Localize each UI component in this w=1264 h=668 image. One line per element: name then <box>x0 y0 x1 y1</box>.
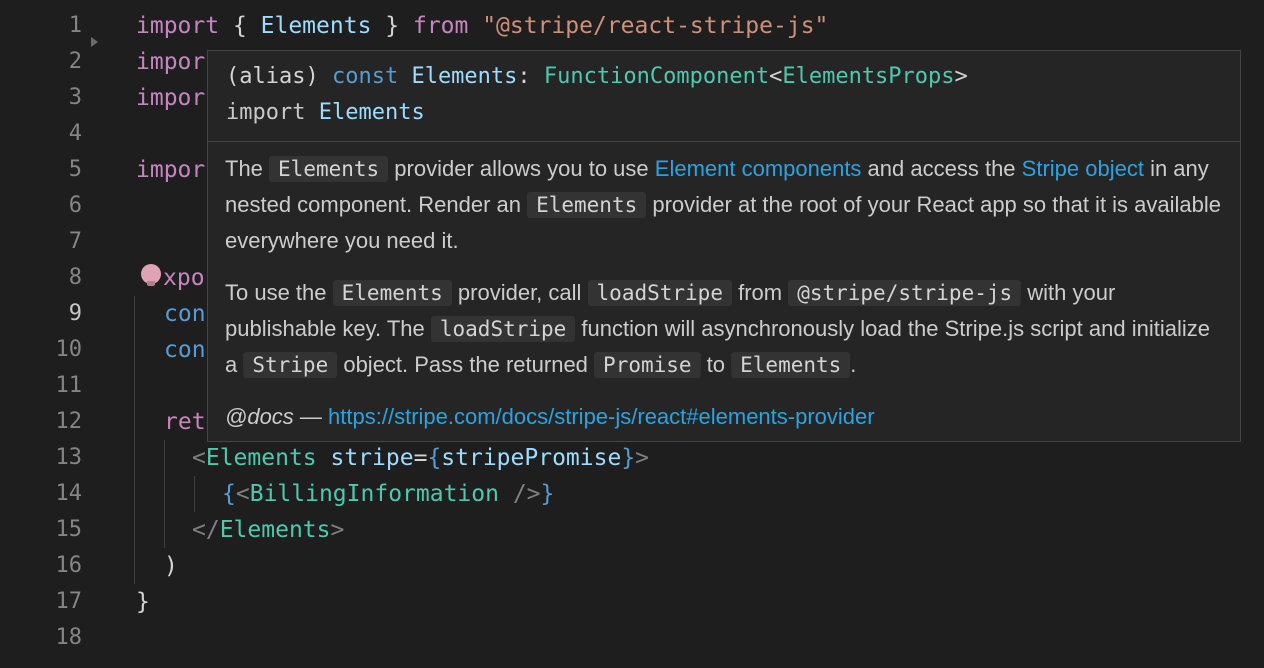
line-number: 18 <box>55 625 83 650</box>
signature-line: (alias) const Elements: FunctionComponen… <box>226 64 968 89</box>
line-number: 2 <box>68 49 82 74</box>
inline-code: Elements <box>527 192 647 218</box>
inline-code: Promise <box>594 352 701 378</box>
docs-tag: @docs <box>225 404 294 429</box>
hover-documentation: The Elements provider allows you to use … <box>225 151 1225 451</box>
code-text: import { Elements } from "@stripe/react-… <box>136 13 829 39</box>
inline-code: Stripe <box>243 352 338 378</box>
line-number: 11 <box>55 373 83 398</box>
line-number: 1 <box>68 13 82 38</box>
line-number: 4 <box>68 121 82 146</box>
inline-code: Elements <box>332 280 452 306</box>
hover-tooltip: (alias) const Elements: FunctionComponen… <box>207 50 1241 442</box>
inline-code: loadStripe <box>430 316 576 342</box>
code-text: ret <box>164 409 206 435</box>
doc-tag-line: @docs — https://stripe.com/docs/stripe-j… <box>225 404 875 429</box>
line-number: 15 <box>55 517 83 542</box>
code-text: impor <box>136 85 206 111</box>
code-line[interactable]: 15 </Elements> <box>0 512 1264 548</box>
inline-code: Elements <box>731 352 851 378</box>
line-number: 9 <box>68 301 82 326</box>
hover-signature: (alias) const Elements: FunctionComponen… <box>208 51 1240 142</box>
line-number: 6 <box>68 193 82 218</box>
inline-code: Elements <box>269 156 389 182</box>
code-text: impor <box>136 157 206 183</box>
code-line[interactable]: 14 {<BillingInformation />} <box>0 476 1264 512</box>
code-text: impor <box>136 49 206 75</box>
code-text: </Elements> <box>192 517 345 543</box>
line-number: 8 <box>68 265 82 290</box>
code-text: } <box>136 589 150 615</box>
code-text: con <box>164 301 206 327</box>
line-number: 12 <box>55 409 83 434</box>
stripe-object-link[interactable]: Stripe object <box>1022 156 1144 181</box>
doc-paragraph: The Elements provider allows you to use … <box>225 156 1222 253</box>
code-line[interactable]: 18 <box>0 620 1264 656</box>
line-number: 13 <box>55 445 83 470</box>
code-editor[interactable]: 1 import { Elements } from "@stripe/reac… <box>0 0 1264 668</box>
signature-line: import Elements <box>226 100 425 125</box>
inline-code: loadStripe <box>587 280 732 306</box>
doc-paragraph: To use the Elements provider, call loadS… <box>225 280 1210 378</box>
inline-code: @stripe/stripe-js <box>788 280 1022 306</box>
line-number: 14 <box>55 481 83 506</box>
line-number: 7 <box>68 229 82 254</box>
line-number: 10 <box>55 337 83 362</box>
code-line[interactable]: 1 import { Elements } from "@stripe/reac… <box>0 8 1264 44</box>
lightbulb-icon[interactable] <box>141 264 161 286</box>
code-text: con <box>164 337 206 363</box>
code-line[interactable]: 16 ) <box>0 548 1264 584</box>
element-components-link[interactable]: Element components <box>655 156 862 181</box>
line-number: 5 <box>68 157 82 182</box>
line-number: 16 <box>55 553 83 578</box>
docs-url-link[interactable]: https://stripe.com/docs/stripe-js/react#… <box>328 404 875 429</box>
code-text: {<BillingInformation />} <box>222 481 555 507</box>
line-number: 3 <box>68 85 82 110</box>
line-number: 17 <box>55 589 83 614</box>
code-text: ) <box>164 553 178 579</box>
code-line[interactable]: 17 } <box>0 584 1264 620</box>
